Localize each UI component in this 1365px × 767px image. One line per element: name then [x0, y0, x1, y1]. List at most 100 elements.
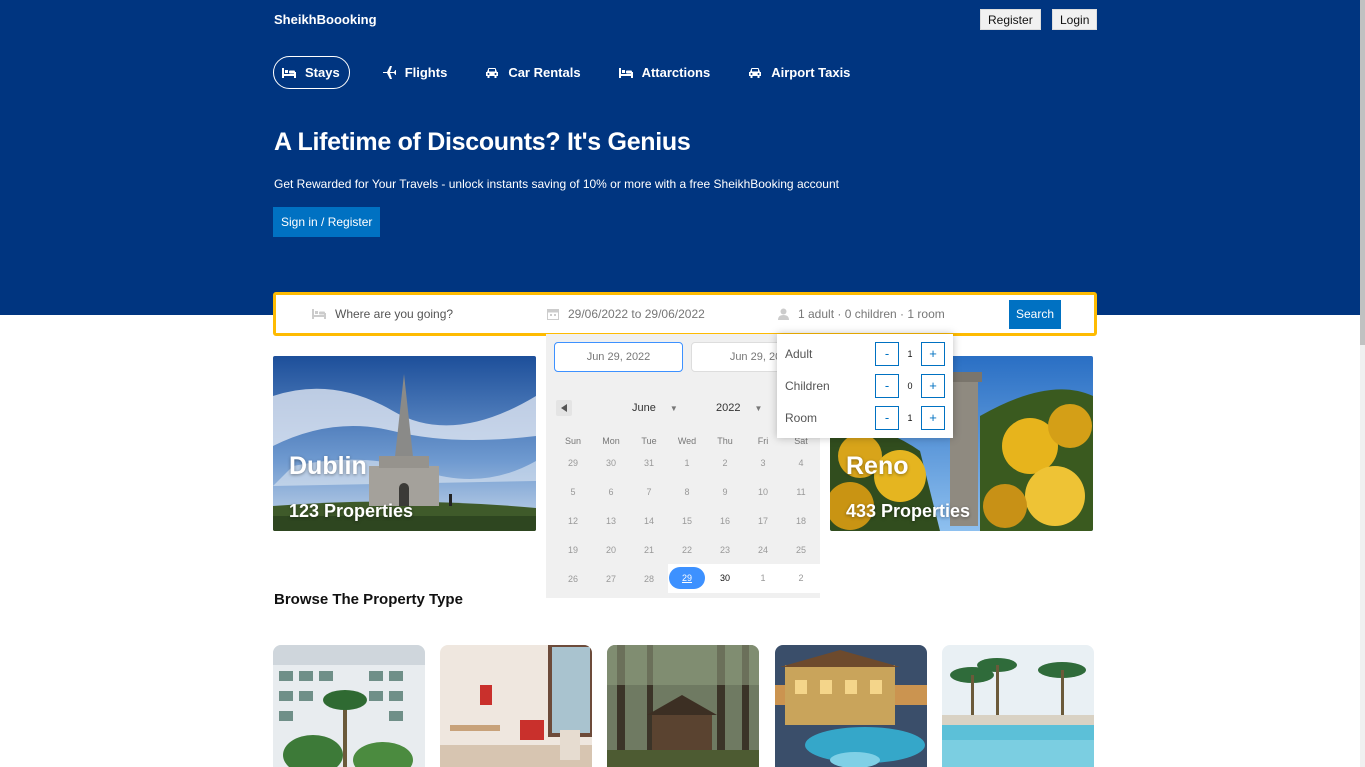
hero-subtitle: Get Rewarded for Your Travels - unlock i…	[274, 177, 839, 191]
login-button[interactable]: Login	[1052, 9, 1098, 30]
nav-item-attractions[interactable]: Attarctions	[611, 56, 719, 89]
calendar-day[interactable]: 4	[782, 458, 820, 468]
calendar-day[interactable]: 25	[782, 545, 820, 555]
cabin-photo	[607, 645, 759, 767]
guest-options-field[interactable]: 1 adult · 0 children · 1 room	[778, 295, 945, 333]
property-card-apartments[interactable]	[440, 645, 592, 767]
nav-item-flights[interactable]: Flights	[374, 56, 456, 89]
calendar-day[interactable]: 13	[592, 516, 630, 526]
destination-field[interactable]	[312, 295, 532, 333]
calendar-week: 19 20 21 22 23 24 25	[554, 535, 820, 564]
city-properties: 123 Properties	[289, 501, 414, 521]
property-card-villas[interactable]	[775, 645, 927, 767]
increment-button[interactable]: +	[921, 374, 945, 398]
start-date-input[interactable]: Jun 29, 2022	[554, 342, 683, 372]
calendar-day[interactable]: 7	[630, 487, 668, 497]
hotel-photo	[273, 645, 425, 767]
quantity-stepper: - 1 +	[875, 406, 945, 430]
calendar-day[interactable]: 30	[592, 458, 630, 468]
nav-item-label: Attarctions	[641, 65, 711, 80]
calendar-weeks: 29 30 31 1 2 3 4 5 6 7 8 9 10 11 12 13 14 15 16 17 18 19 20 21 2…	[554, 448, 820, 593]
date-field[interactable]: 29/06/2022 to 29/06/2022	[547, 295, 705, 333]
calendar-day[interactable]: 21	[630, 545, 668, 555]
search-button[interactable]: Search	[1009, 300, 1062, 329]
month-select[interactable]: June ▼	[632, 402, 678, 414]
calendar-day[interactable]: 1	[744, 564, 782, 593]
calendar-day[interactable]: 16	[706, 516, 744, 526]
city-name: Reno	[846, 452, 909, 480]
weekday-label: Mon	[602, 436, 620, 446]
nav-item-car-rentals[interactable]: Car Rentals	[477, 56, 588, 89]
calendar-day[interactable]: 19	[554, 545, 592, 555]
selected-day: 29	[669, 567, 705, 589]
calendar-day[interactable]: 30	[706, 564, 744, 593]
option-label: Adult	[785, 347, 813, 361]
decrement-button[interactable]: -	[875, 342, 899, 366]
calendar-day[interactable]: 15	[668, 516, 706, 526]
option-label: Room	[785, 411, 818, 425]
resort-photo	[942, 645, 1094, 767]
property-card-hotels[interactable]	[273, 645, 425, 767]
option-value: 1	[907, 349, 913, 359]
destination-input[interactable]	[335, 307, 515, 321]
search-bar: 29/06/2022 to 29/06/2022 1 adult · 0 chi…	[273, 292, 1097, 336]
month-value: June	[632, 402, 656, 414]
calendar-week: 12 13 14 15 16 17 18	[554, 506, 820, 535]
calendar-day[interactable]: 28	[630, 574, 668, 584]
previous-month-button[interactable]	[556, 400, 572, 416]
villa-photo	[775, 645, 927, 767]
calendar-day[interactable]: 31	[630, 458, 668, 468]
calendar-day[interactable]: 12	[554, 516, 592, 526]
register-button[interactable]: Register	[980, 9, 1041, 30]
sign-in-register-button[interactable]: Sign in / Register	[273, 207, 381, 237]
calendar-day[interactable]: 20	[592, 545, 630, 555]
calendar-day[interactable]: 18	[782, 516, 820, 526]
increment-button[interactable]: +	[921, 342, 945, 366]
calendar-day[interactable]: 6	[592, 487, 630, 497]
option-label: Children	[785, 379, 830, 393]
quantity-stepper: - 1 +	[875, 342, 945, 366]
calendar-day[interactable]: 8	[668, 487, 706, 497]
featured-card-dublin[interactable]: Dublin 123 Properties	[273, 356, 536, 531]
calendar-day[interactable]: 26	[554, 574, 592, 584]
guest-options-popup: Adult - 1 + Children - 0 + Room - 1 +	[777, 334, 953, 438]
weekday-label: Tue	[641, 436, 657, 446]
plane-icon	[382, 66, 396, 79]
hero-title: A Lifetime of Discounts? It's Genius	[274, 128, 691, 156]
nav-item-label: Stays	[305, 65, 340, 80]
logo[interactable]: SheikhBoooking	[274, 12, 377, 27]
vertical-scrollbar[interactable]	[1360, 0, 1365, 767]
calendar-day[interactable]: 29	[554, 458, 592, 468]
calendar-day[interactable]: 29	[668, 564, 706, 593]
calendar-day[interactable]: 23	[706, 545, 744, 555]
calendar-day[interactable]: 24	[744, 545, 782, 555]
property-card-cabins[interactable]	[607, 645, 759, 767]
nav-item-stays[interactable]: Stays	[273, 56, 350, 89]
option-value: 1	[907, 413, 913, 423]
calendar-day[interactable]: 14	[630, 516, 668, 526]
calendar-week: 26 27 28 29 30 1 2	[554, 564, 820, 593]
calendar-day[interactable]: 22	[668, 545, 706, 555]
calendar-day[interactable]: 3	[744, 458, 782, 468]
calendar-week: 29 30 31 1 2 3 4	[554, 448, 820, 477]
scrollbar-thumb[interactable]	[1360, 0, 1365, 345]
weekday-label: Wed	[677, 436, 697, 446]
calendar-day[interactable]: 17	[744, 516, 782, 526]
increment-button[interactable]: +	[921, 406, 945, 430]
nav-item-label: Flights	[404, 65, 448, 80]
nav-item-airport-taxis[interactable]: Airport Taxis	[740, 56, 858, 89]
calendar-day[interactable]: 9	[706, 487, 744, 497]
calendar-day[interactable]: 11	[782, 487, 820, 497]
year-select[interactable]: 2022 ▼	[716, 402, 762, 414]
calendar-day[interactable]: 1	[668, 458, 706, 468]
property-card-resorts[interactable]	[942, 645, 1094, 767]
calendar-day[interactable]: 27	[592, 574, 630, 584]
decrement-button[interactable]: -	[875, 374, 899, 398]
decrement-button[interactable]: -	[875, 406, 899, 430]
calendar-day[interactable]: 2	[706, 458, 744, 468]
calendar-day[interactable]: 2	[782, 564, 820, 593]
bed-icon	[618, 67, 633, 79]
calendar-day[interactable]: 10	[744, 487, 782, 497]
calendar-day[interactable]: 5	[554, 487, 592, 497]
calendar-grid: Sun Mon Tue Wed Thu Fri Sat 29 30 31 1 2 3 4 5 6…	[554, 434, 820, 593]
